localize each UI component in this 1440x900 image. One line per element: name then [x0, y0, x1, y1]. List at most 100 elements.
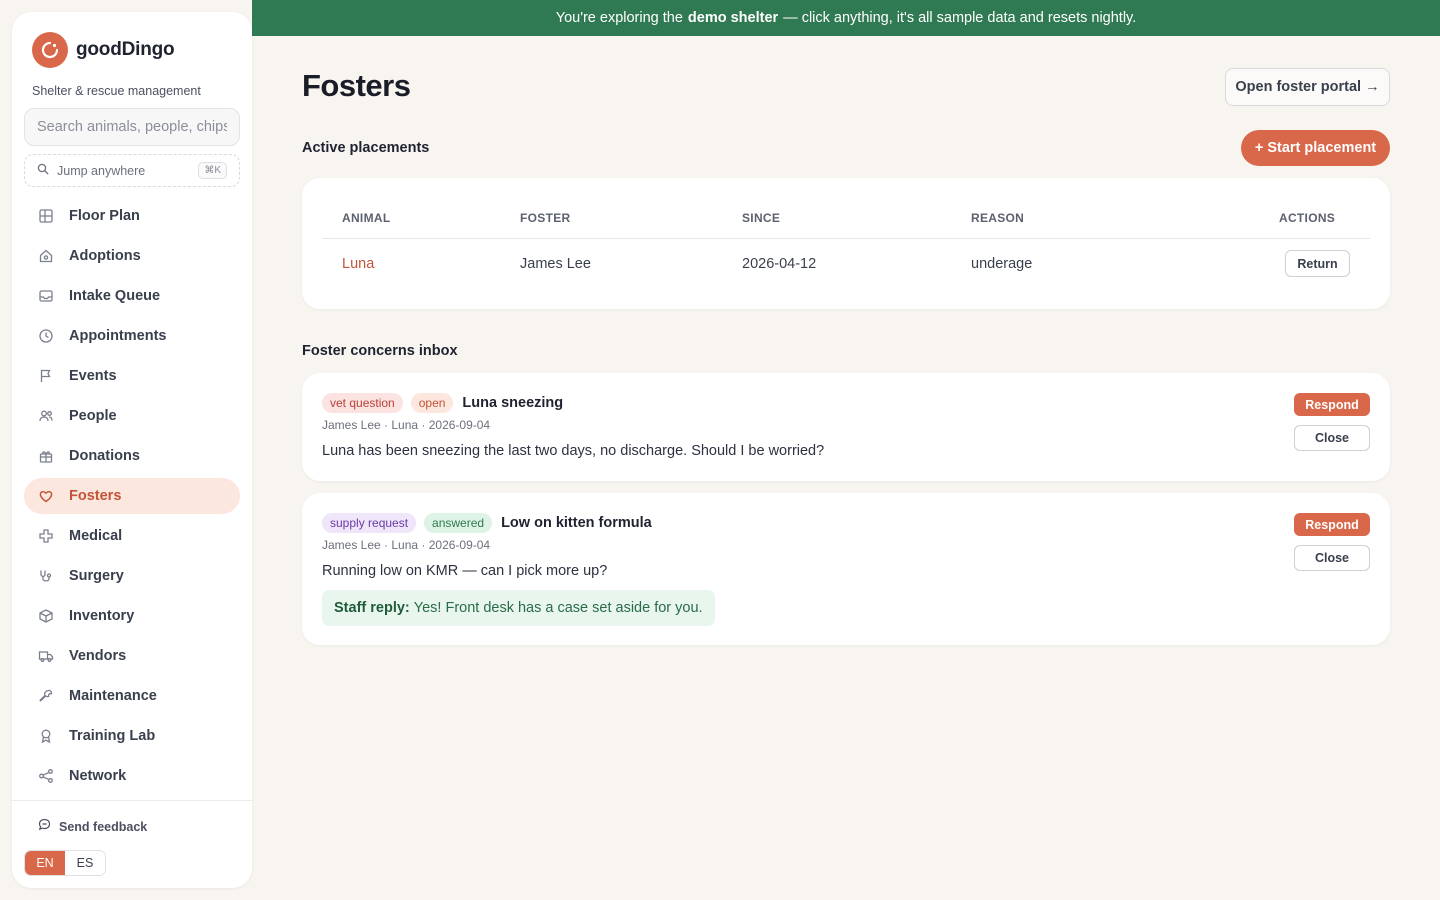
- respond-button[interactable]: Respond: [1294, 393, 1370, 416]
- jump-anywhere-button[interactable]: Jump anywhere ⌘K: [24, 154, 240, 187]
- start-placement-button[interactable]: + Start placement: [1241, 130, 1390, 166]
- home-icon: [38, 248, 54, 264]
- jump-anywhere-label: Jump anywhere: [57, 163, 146, 178]
- sidebar-item-label: Vendors: [69, 648, 127, 664]
- sidebar-item-donations[interactable]: Donations: [24, 438, 240, 474]
- staff-reply: Staff reply: Yes! Front desk has a case …: [322, 590, 715, 626]
- sidebar-item-training-lab[interactable]: Training Lab: [24, 718, 240, 754]
- share-icon: [38, 768, 54, 784]
- sidebar-item-label: Appointments: [69, 328, 167, 344]
- column-header-animal: ANIMAL: [342, 211, 391, 225]
- brand[interactable]: goodDingo: [32, 32, 175, 68]
- staff-reply-label: Staff reply:: [334, 600, 410, 616]
- sidebar-item-label: Network: [69, 768, 127, 784]
- concern-title: Low on kitten formula: [501, 515, 652, 531]
- banner-highlight: demo shelter: [687, 10, 779, 26]
- sidebar-item-label: Adoptions: [69, 248, 141, 264]
- send-feedback-label: Send feedback: [59, 820, 148, 834]
- concern-message: Running low on KMR — can I pick more up?: [322, 563, 608, 579]
- page-title: Fosters: [302, 68, 411, 103]
- column-header-actions: ACTIONS: [1279, 211, 1336, 225]
- chat-bubble-icon: [38, 818, 51, 836]
- sidebar-item-label: Intake Queue: [69, 288, 161, 304]
- language-en-button[interactable]: EN: [25, 851, 65, 875]
- logo-icon: [32, 32, 68, 68]
- sidebar-item-label: Medical: [69, 528, 123, 544]
- sidebar-divider: [12, 800, 252, 801]
- foster-name: James Lee: [520, 256, 591, 272]
- return-button[interactable]: Return: [1285, 250, 1350, 277]
- staff-reply-text: Yes! Front desk has a case set aside for…: [413, 600, 703, 616]
- close-button[interactable]: Close: [1294, 545, 1370, 571]
- truck-icon: [38, 648, 54, 664]
- sidebar-item-label: People: [69, 408, 117, 424]
- table-header-divider: [322, 238, 1370, 239]
- sidebar-item-events[interactable]: Events: [24, 358, 240, 394]
- box-icon: [38, 608, 54, 624]
- sidebar-item-label: Training Lab: [69, 728, 156, 744]
- concern-meta: James Lee · Luna · 2026-09-04: [322, 418, 491, 432]
- status-badge: answered: [424, 513, 493, 533]
- concern-message: Luna has been sneezing the last two days…: [322, 443, 825, 459]
- sidebar-item-appointments[interactable]: Appointments: [24, 318, 240, 354]
- active-placements-heading: Active placements: [302, 140, 430, 156]
- sidebar-item-medical[interactable]: Medical: [24, 518, 240, 554]
- wrench-icon: [38, 688, 54, 704]
- concern-header: supply request answered Low on kitten fo…: [322, 513, 652, 533]
- sidebar-nav: Floor Plan Adoptions Intake Queue Appoin…: [24, 198, 240, 798]
- close-button[interactable]: Close: [1294, 425, 1370, 451]
- search-input[interactable]: [24, 108, 240, 146]
- column-header-since: SINCE: [742, 211, 781, 225]
- search-icon: [37, 162, 49, 180]
- placement-since: 2026-04-12: [742, 256, 817, 272]
- sidebar-item-intake-queue[interactable]: Intake Queue: [24, 278, 240, 314]
- status-badge: open: [410, 393, 454, 413]
- inbox-icon: [38, 288, 54, 304]
- award-icon: [38, 728, 54, 744]
- sidebar-item-adoptions[interactable]: Adoptions: [24, 238, 240, 274]
- language-es-button[interactable]: ES: [65, 851, 105, 875]
- sidebar-item-label: Donations: [69, 448, 140, 464]
- demo-banner: You're exploring the demo shelter — clic…: [252, 0, 1440, 36]
- respond-button[interactable]: Respond: [1294, 513, 1370, 536]
- sidebar-item-label: Events: [69, 368, 117, 384]
- sidebar-item-label: Fosters: [69, 488, 122, 504]
- sidebar-item-people[interactable]: People: [24, 398, 240, 434]
- gift-icon: [38, 448, 54, 464]
- language-toggle: EN ES: [24, 850, 106, 876]
- sidebar-item-vendors[interactable]: Vendors: [24, 638, 240, 674]
- sidebar-item-label: Floor Plan: [69, 208, 140, 224]
- placements-table: ANIMAL FOSTER SINCE REASON ACTIONS Luna …: [302, 178, 1390, 309]
- sidebar-item-network[interactable]: Network: [24, 758, 240, 794]
- brand-name: goodDingo: [76, 39, 175, 60]
- column-header-foster: FOSTER: [520, 211, 571, 225]
- placement-reason: underage: [971, 256, 1033, 272]
- flag-icon: [38, 368, 54, 384]
- sidebar-item-floor-plan[interactable]: Floor Plan: [24, 198, 240, 234]
- animal-link[interactable]: Luna: [342, 256, 374, 272]
- stethoscope-icon: [38, 568, 54, 584]
- heart-icon: [38, 488, 54, 504]
- sidebar: goodDingo Shelter & rescue management Ju…: [12, 12, 252, 888]
- concern-card: supply request answered Low on kitten fo…: [302, 493, 1390, 645]
- floor-plan-icon: [38, 208, 54, 224]
- banner-text-after: — click anything, it's all sample data a…: [783, 10, 1137, 26]
- sidebar-item-label: Maintenance: [69, 688, 157, 704]
- sidebar-item-label: Inventory: [69, 608, 135, 624]
- banner-text-before: You're exploring the: [555, 10, 683, 26]
- sidebar-item-inventory[interactable]: Inventory: [24, 598, 240, 634]
- brand-tagline: Shelter & rescue management: [32, 84, 201, 98]
- concern-card: vet question open Luna sneezing James Le…: [302, 373, 1390, 481]
- send-feedback-button[interactable]: Send feedback: [38, 818, 147, 836]
- sidebar-item-surgery[interactable]: Surgery: [24, 558, 240, 594]
- concern-title: Luna sneezing: [462, 395, 564, 411]
- medical-cross-icon: [38, 528, 54, 544]
- sidebar-item-maintenance[interactable]: Maintenance: [24, 678, 240, 714]
- concern-header: vet question open Luna sneezing: [322, 393, 563, 413]
- sidebar-item-fosters[interactable]: Fosters: [24, 478, 240, 514]
- concern-meta: James Lee · Luna · 2026-09-04: [322, 538, 491, 552]
- clock-icon: [38, 328, 54, 344]
- keyboard-shortcut-badge: ⌘K: [198, 162, 227, 179]
- column-header-reason: REASON: [971, 211, 1025, 225]
- open-foster-portal-button[interactable]: Open foster portal →: [1225, 68, 1390, 106]
